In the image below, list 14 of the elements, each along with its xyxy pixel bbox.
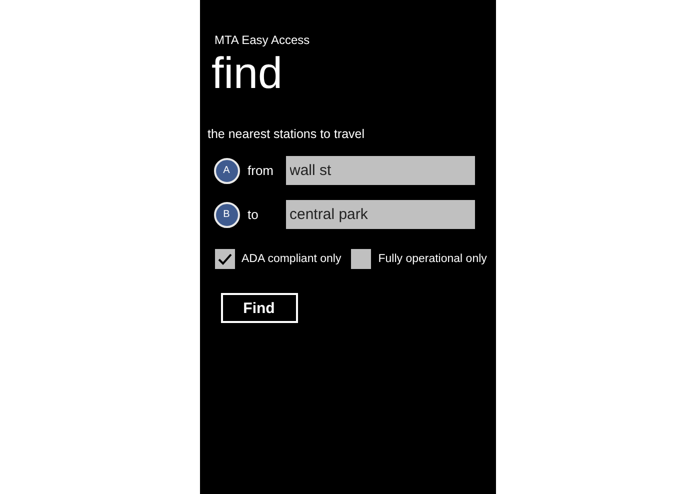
marker-badge: A: [214, 158, 240, 184]
subtitle: the nearest stations to travel: [208, 126, 366, 142]
field-label: to: [248, 207, 260, 222]
field-label: from: [248, 163, 274, 178]
app-title: MTA Easy Access: [214, 32, 311, 48]
find-button[interactable]: Find: [220, 293, 298, 323]
checkbox[interactable]: [351, 249, 372, 269]
marker-badge: B: [214, 202, 240, 228]
input-field[interactable]: central park: [286, 200, 474, 229]
checkbox-label: Fully operational only: [378, 253, 487, 265]
page-title: find: [212, 50, 284, 98]
checkbox[interactable]: [214, 249, 234, 269]
checkbox-label: ADA compliant only: [242, 253, 342, 265]
input-field[interactable]: wall st: [286, 156, 474, 185]
